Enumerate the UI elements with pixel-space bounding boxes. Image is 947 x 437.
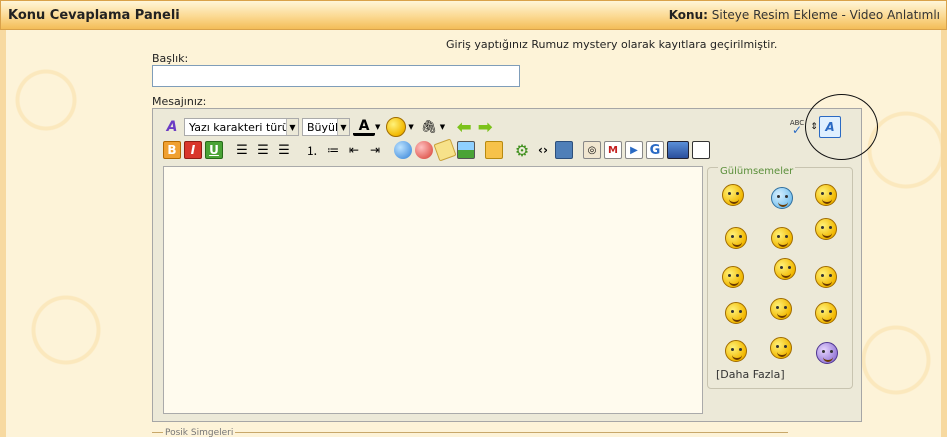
- topic-info: Konu: Siteye Resim Ekleme - Video Anlatı…: [669, 8, 940, 22]
- chevron-down-icon[interactable]: ▼: [375, 123, 380, 131]
- remove-format-icon[interactable]: A: [163, 118, 181, 136]
- sad-icon[interactable]: [816, 342, 838, 364]
- chevron-down-icon: ▼: [286, 119, 298, 135]
- chevron-down-icon[interactable]: ▼: [440, 123, 445, 131]
- font-size-select[interactable]: Büyük ▼: [302, 118, 350, 136]
- more-smilies-link[interactable]: [Daha Fazla]: [716, 368, 785, 381]
- insert-image-icon[interactable]: [457, 141, 475, 159]
- title-label: Başlık:: [152, 52, 189, 65]
- message-textarea[interactable]: [163, 166, 703, 414]
- php-icon[interactable]: [555, 141, 573, 159]
- title-input[interactable]: [152, 65, 520, 87]
- outdent-icon[interactable]: ⇤: [345, 141, 363, 159]
- thumbs-up-icon[interactable]: [722, 266, 744, 288]
- unordered-list-icon[interactable]: ≔: [324, 141, 342, 159]
- footer-divider: [152, 432, 788, 433]
- hug-icon[interactable]: [770, 337, 792, 359]
- pirate-icon[interactable]: [774, 258, 796, 280]
- flag-icon[interactable]: [667, 141, 689, 159]
- smilies-legend: Gülümsemeler: [718, 166, 796, 177]
- align-left-icon[interactable]: ☰: [233, 141, 251, 159]
- align-center-icon[interactable]: ☰: [254, 141, 272, 159]
- message-label: Mesajınız:: [152, 95, 207, 108]
- clap-icon[interactable]: [770, 298, 792, 320]
- media-icon[interactable]: ◎: [583, 141, 601, 159]
- attachment-icon[interactable]: 🖇: [420, 118, 438, 136]
- italic-icon[interactable]: I: [184, 141, 202, 159]
- question-icon[interactable]: [771, 187, 793, 209]
- smile-icon[interactable]: [722, 184, 744, 206]
- toolbar-row-1: A Yazı karakteri türü ▼ Büyük ▼ A ▼ ▼ 🖇 …: [163, 117, 497, 138]
- settings-icon[interactable]: ⚙: [513, 141, 531, 160]
- insert-link-icon[interactable]: [394, 141, 412, 159]
- panel-header: Konu Cevaplama Paneli Konu: Siteye Resim…: [0, 0, 947, 30]
- toolbar-row-2: B I U ☰ ☰ ☰ ⒈ ≔ ⇤ ⇥ ⚙ ‹› ◎ M ▶ G: [163, 138, 713, 162]
- font-color-icon[interactable]: A: [353, 118, 375, 136]
- remove-link-icon[interactable]: [415, 141, 433, 159]
- email-link-icon[interactable]: [433, 138, 457, 162]
- happy-icon[interactable]: [771, 227, 793, 249]
- font-family-select[interactable]: Yazı karakteri türü ▼: [184, 118, 299, 136]
- panel-title: Konu Cevaplama Paneli: [8, 8, 180, 23]
- google-icon[interactable]: G: [646, 141, 664, 159]
- topic-label: Konu:: [668, 8, 708, 22]
- code-icon[interactable]: ‹›: [534, 141, 552, 159]
- thumbs-cigar-icon[interactable]: [815, 218, 837, 240]
- bold-icon[interactable]: B: [163, 141, 181, 159]
- cheer-icon[interactable]: [815, 302, 837, 324]
- font-family-value: Yazı karakteri türü: [189, 120, 289, 134]
- redo-icon[interactable]: ➡: [476, 117, 494, 138]
- quote-icon[interactable]: [485, 141, 503, 159]
- play-icon[interactable]: ▶: [625, 141, 643, 159]
- wink-icon[interactable]: [725, 340, 747, 362]
- undo-icon[interactable]: ⬅: [455, 117, 473, 138]
- checkmark-icon: ✓: [791, 123, 803, 137]
- highlight-circle: [805, 94, 878, 160]
- ordered-list-icon[interactable]: ⒈: [303, 141, 321, 159]
- rolleyes-icon[interactable]: [815, 266, 837, 288]
- align-right-icon[interactable]: ☰: [275, 141, 293, 159]
- underline-icon[interactable]: U: [205, 141, 223, 159]
- indent-icon[interactable]: ⇥: [366, 141, 384, 159]
- grin-icon[interactable]: [725, 227, 747, 249]
- login-info-text: Giriş yaptığınız Rumuz mystery olarak ka…: [446, 38, 778, 51]
- spellcheck-icon[interactable]: ABC ✓: [788, 118, 806, 137]
- smiley-menu-icon[interactable]: [386, 117, 407, 137]
- cool-hat-icon[interactable]: [815, 184, 837, 206]
- chevron-down-icon: ▼: [337, 119, 349, 135]
- box-icon[interactable]: [692, 141, 710, 159]
- footer-label: Posik Simgeleri: [163, 428, 236, 437]
- chevron-down-icon[interactable]: ▼: [408, 123, 413, 131]
- topic-value: Siteye Resim Ekleme - Video Anlatımlı: [711, 8, 940, 22]
- video-icon[interactable]: M: [604, 141, 622, 159]
- shy-icon[interactable]: [725, 302, 747, 324]
